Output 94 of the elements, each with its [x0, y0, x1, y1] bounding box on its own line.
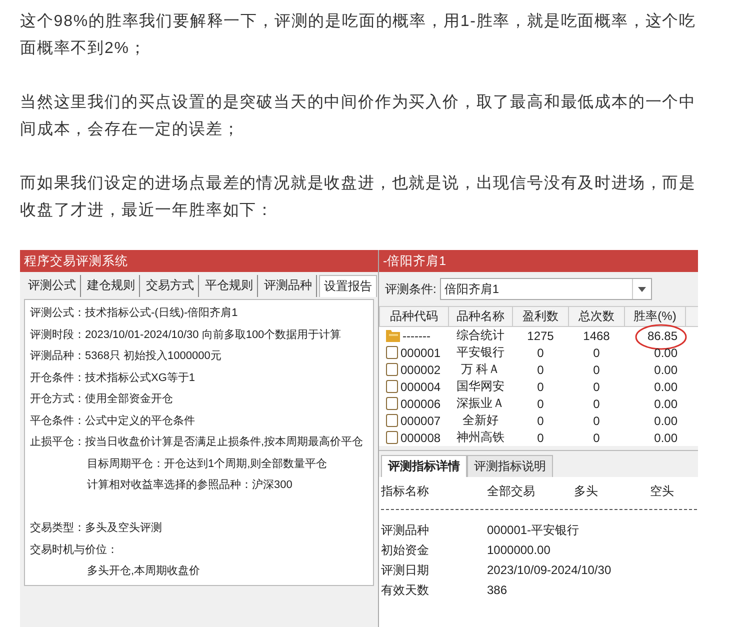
table-cell: 神州高铁 — [456, 430, 504, 444]
table-cell: 全新好 — [462, 413, 498, 427]
table-cell: 0.00 — [654, 414, 678, 428]
table-cell: 万 科Ａ — [460, 362, 500, 376]
window-title: -倍阳齐肩1 — [379, 250, 698, 272]
table-cell: 0 — [593, 430, 600, 444]
article-paragraph: 当然这里我们的买点设置的是突破当天的中间价作为买入价，取了最高和最低成本的一个中间成本，会存在一定的误差； — [20, 92, 697, 140]
table-cell: 综合统计 — [456, 328, 504, 342]
metric-name: 评测日期 — [381, 562, 430, 579]
table-cell: 0 — [537, 380, 544, 394]
field-value: 目标周期平仓：开仓达到1个周期,则全部数量平仓 — [87, 458, 328, 470]
document-icon — [386, 363, 398, 376]
table-cell: 000008 — [400, 430, 441, 444]
field-label: 开仓条件： — [30, 372, 85, 384]
field-value: 计算相对收益率选择的参照品种：沪深300 — [87, 479, 292, 491]
caret-icon — [638, 286, 646, 292]
field-label: 止损平仓： — [30, 436, 85, 448]
field-value: 技术指标公式XG等于1 — [85, 372, 196, 384]
column-header[interactable]: 胜率(%) — [624, 306, 686, 326]
field-value: 多头开仓,本周期收盘价 — [87, 565, 200, 577]
document-icon — [386, 397, 398, 410]
table-cell: 1468 — [583, 328, 610, 342]
table-cell: 0 — [593, 362, 600, 376]
metric-value: 386 — [487, 582, 508, 599]
table-cell: 0 — [537, 346, 544, 360]
table-cell: 0.00 — [654, 430, 678, 444]
table-cell: 0 — [593, 396, 600, 410]
metric-value: 2023/10/09-2024/10/30 — [487, 562, 612, 579]
column-header: 指标名称 — [381, 483, 430, 500]
column-header[interactable]: 品种名称 — [448, 306, 512, 326]
table-cell: 000006 — [400, 396, 441, 410]
field-value: 2023/10/01-2024/10/30 向前多取100个数据用于计算 — [85, 328, 342, 340]
table-cell: 深振业Ａ — [456, 396, 504, 410]
table-cell: 0 — [537, 362, 544, 376]
tab[interactable]: 设置报告 — [319, 275, 377, 297]
table-cell: 0.00 — [654, 362, 678, 376]
article-paragraph: 而如果我们设定的进场点最差的情况就是收盘进，也就是说，出现信号没有及时进场，而是收盘了才进，最近一年胜率如下： — [20, 174, 697, 221]
condition-label: 评测条件: — [385, 280, 436, 298]
tab[interactable]: 建仓规则 — [83, 275, 140, 297]
field-value: 技术指标公式-(日线)-倍阳齐肩1 — [85, 307, 238, 319]
window-title: 程序交易评测系统 — [20, 250, 378, 272]
tab[interactable]: 交易方式 — [142, 275, 199, 297]
field-label: 评测品种： — [30, 350, 85, 362]
document-icon — [386, 346, 398, 359]
folder-icon — [386, 329, 400, 342]
table-cell: 000007 — [400, 414, 441, 428]
table-cell: 000004 — [400, 380, 441, 394]
column-header: 全部交易 — [487, 483, 536, 500]
table-cell: 000001 — [400, 346, 441, 360]
field-label: 开仓方式： — [30, 393, 85, 405]
document-icon — [386, 380, 398, 393]
table-cell: 0 — [593, 414, 600, 428]
field-value: 多头及空头评测 — [85, 522, 162, 534]
table-cell: 国华网安 — [456, 379, 504, 393]
metric-name: 初始资金 — [381, 542, 430, 559]
tab[interactable]: 平仓规则 — [201, 275, 258, 297]
table-cell: 000002 — [400, 362, 441, 376]
document-icon — [386, 414, 398, 427]
tab[interactable]: 评测指标说明 — [467, 455, 553, 477]
table-cell: 0 — [537, 430, 544, 444]
field-label: 交易时机与价位： — [30, 544, 118, 556]
condition-dropdown[interactable]: 倍阳齐肩1 — [440, 278, 652, 300]
field-value: 使用全部资金开仓 — [85, 393, 173, 405]
metric-name: 有效天数 — [381, 582, 430, 599]
table-cell: 0.00 — [654, 380, 678, 394]
column-header[interactable]: 盈利数 — [512, 306, 568, 326]
field-value: 公式中定义的平仓条件 — [85, 414, 195, 426]
column-header: 多头 — [574, 483, 599, 500]
column-header[interactable]: 品种代码 — [380, 306, 448, 326]
field-label: 评测公式： — [30, 307, 85, 319]
metric-value: 000001-平安银行 — [487, 522, 580, 539]
table-cell: 0 — [537, 396, 544, 410]
table-cell: 86.85 — [647, 328, 678, 342]
table-cell: 0.00 — [654, 346, 678, 360]
field-value: 按当日收盘价计算是否满足止损条件,按本周期最高价平仓 — [85, 436, 364, 448]
tab[interactable]: 评测指标详情 — [381, 455, 467, 477]
table-cell: 1275 — [527, 328, 554, 342]
table-cell: ------- — [402, 328, 430, 342]
article-paragraph: 这个98%的胜率我们要解释一下，评测的是吃面的概率，用1-胜率，就是吃面概率，这个吃面概率不到2%； — [20, 12, 698, 59]
field-label: 交易类型： — [30, 522, 85, 534]
table-cell: 0 — [593, 380, 600, 394]
tab[interactable]: 评测品种 — [260, 275, 317, 297]
tab[interactable]: 评测公式 — [24, 275, 81, 297]
field-label: 评测时段： — [30, 328, 85, 340]
table-cell: 平安银行 — [456, 345, 504, 359]
metric-value: 1000000.00 — [487, 542, 550, 559]
column-header[interactable]: 总次数 — [568, 306, 624, 326]
field-label: 平仓条件： — [30, 414, 85, 426]
metric-name: 评测品种 — [381, 522, 430, 539]
table-cell: 0.00 — [654, 396, 678, 410]
field-value: 5368只 初始投入1000000元 — [85, 350, 222, 362]
table-cell: 0 — [537, 414, 544, 428]
table-cell: 0 — [593, 346, 600, 360]
column-header: 空头 — [650, 483, 674, 500]
